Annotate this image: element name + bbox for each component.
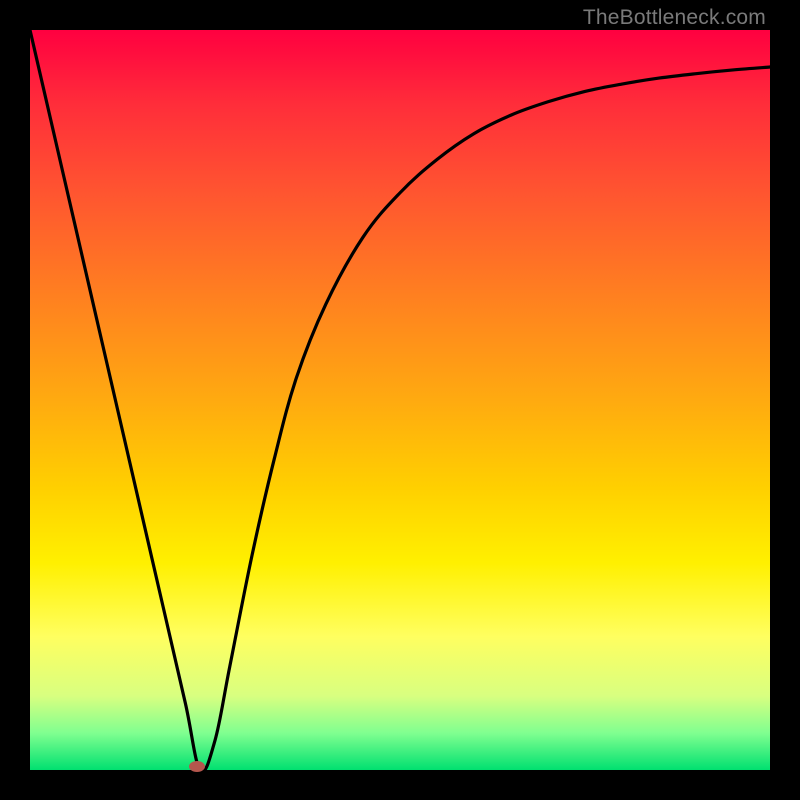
curve-path	[30, 30, 770, 770]
bottleneck-curve	[30, 30, 770, 770]
attribution-text: TheBottleneck.com	[583, 6, 766, 30]
optimal-point-marker	[189, 761, 205, 772]
plot-area	[30, 30, 770, 770]
chart-frame: TheBottleneck.com	[0, 0, 800, 800]
